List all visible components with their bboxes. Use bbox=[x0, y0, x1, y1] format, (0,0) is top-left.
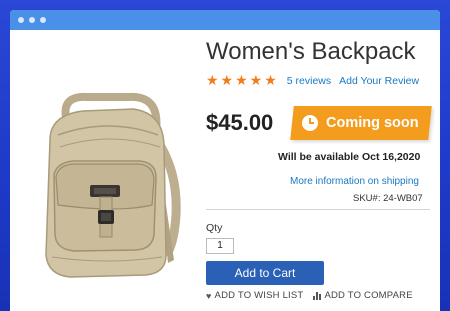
shipping-info-link[interactable]: More information on shipping bbox=[290, 176, 419, 187]
coming-soon-badge: Coming soon bbox=[290, 106, 432, 140]
badge-label: Coming soon bbox=[326, 115, 419, 131]
divider bbox=[206, 209, 430, 210]
product-title: Women's Backpack bbox=[206, 38, 416, 65]
availability-text: Will be available Oct 16,2020 bbox=[278, 151, 421, 163]
product-price: $45.00 bbox=[206, 110, 274, 135]
window-dot-icon bbox=[40, 17, 46, 23]
window-dot-icon bbox=[29, 17, 35, 23]
compare-label: ADD TO COMPARE bbox=[324, 290, 413, 301]
secondary-actions: ♥ ADD TO WISH LIST ADD TO COMPARE bbox=[206, 290, 413, 301]
window-dot-icon bbox=[18, 17, 24, 23]
sku-text: SKU#: 24-WB07 bbox=[353, 193, 423, 204]
add-to-wishlist-link[interactable]: ♥ ADD TO WISH LIST bbox=[206, 290, 303, 301]
rating-row: ★★★★★ 5 reviews Add Your Review bbox=[206, 72, 419, 89]
wishlist-label: ADD TO WISH LIST bbox=[214, 290, 304, 301]
window-titlebar bbox=[10, 10, 440, 30]
qty-label: Qty bbox=[206, 222, 223, 234]
add-review-link[interactable]: Add Your Review bbox=[339, 75, 419, 87]
reviews-link[interactable]: 5 reviews bbox=[287, 75, 331, 87]
add-to-cart-button[interactable]: Add to Cart bbox=[206, 261, 324, 285]
add-to-compare-link[interactable]: ADD TO COMPARE bbox=[313, 290, 413, 301]
clock-icon bbox=[302, 115, 318, 131]
heart-icon: ♥ bbox=[206, 290, 212, 301]
qty-input[interactable]: 1 bbox=[206, 238, 234, 254]
rating-stars: ★★★★★ bbox=[206, 72, 279, 88]
compare-icon bbox=[313, 291, 322, 300]
product-image[interactable] bbox=[28, 85, 188, 285]
browser-window: Women's Backpack ★★★★★ 5 reviews Add You… bbox=[10, 10, 440, 311]
